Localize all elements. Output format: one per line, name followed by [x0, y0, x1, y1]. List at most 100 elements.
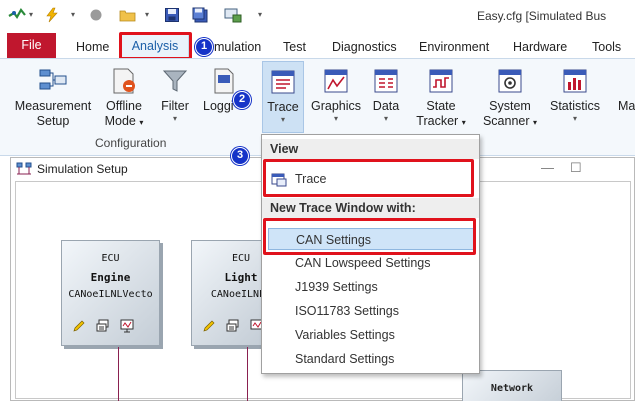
trace-button[interactable]: Trace ▾ [262, 61, 304, 133]
menu-item-label: ISO11783 Settings [295, 304, 400, 318]
open-folder-icon[interactable] [119, 7, 136, 23]
offline-mode-icon [110, 67, 138, 95]
menu-item-j1939-settings[interactable]: J1939 Settings [268, 276, 475, 298]
menu-header-view: View [270, 142, 299, 156]
chevron-down-icon: ▾ [383, 114, 388, 123]
chevron-down-icon: ▾ [139, 118, 144, 127]
measurement-setup-label: Measurement [14, 99, 92, 113]
trace-label: Trace [267, 100, 299, 114]
data-button[interactable]: Data ▾ [366, 61, 406, 137]
ecu-node-label: CANoeILNLVecto [68, 289, 153, 300]
system-scanner-label-2: Scanner [482, 114, 530, 128]
ribbon-tab-bar: File Home Analysis mulation Test Diagnos… [0, 32, 635, 59]
menu-item-label: Variables Settings [295, 328, 395, 342]
menu-header-new-trace: New Trace Window with: [270, 201, 416, 215]
step-badge-2: 2 [233, 91, 251, 109]
filter-button[interactable]: Filter ▾ [155, 61, 195, 137]
ecu-block-engine[interactable]: ECU Engine CANoeILNLVecto [61, 240, 160, 346]
menu-item-standard-settings[interactable]: Standard Settings [268, 348, 475, 370]
graphics-icon [322, 67, 350, 95]
logging-label: Loggi [203, 99, 234, 113]
more-label: Ma [618, 99, 635, 113]
tab-tools[interactable]: Tools [592, 36, 621, 58]
chevron-down-icon[interactable]: ▾ [145, 10, 149, 19]
save-icon[interactable] [164, 7, 180, 23]
tab-environment[interactable]: Environment [419, 36, 489, 58]
chevron-down-icon: ▾ [280, 115, 285, 124]
filter-icon [161, 67, 189, 95]
analysis-tab-highlight [119, 32, 192, 60]
logging-icon [210, 67, 238, 95]
chevron-down-icon: ▾ [461, 118, 466, 127]
chevron-down-icon: ▾ [533, 118, 538, 127]
tab-home[interactable]: Home [76, 36, 109, 58]
lightning-icon[interactable] [44, 7, 60, 23]
system-scanner-label: System [489, 99, 531, 113]
ecu-type-label: ECU [101, 253, 120, 264]
tab-diagnostics[interactable]: Diagnostics [332, 36, 397, 58]
tab-file[interactable]: File [7, 33, 56, 58]
menu-item-label: CAN Lowspeed Settings [295, 256, 431, 270]
tab-test[interactable]: Test [283, 36, 306, 58]
bus-connection-line [118, 347, 119, 401]
more-button[interactable]: Ma [612, 61, 635, 137]
system-scanner-button[interactable]: System Scanner ▾ [478, 61, 542, 137]
ecu-name-label: Light [224, 271, 258, 284]
maximize-icon[interactable]: ☐ [570, 160, 582, 176]
network-block[interactable]: Network [462, 370, 562, 401]
state-tracker-button[interactable]: State Tracker ▾ [412, 61, 470, 137]
bus-connection-line [247, 347, 248, 401]
offline-mode-label: Offline [106, 99, 142, 113]
offline-mode-label-2: Mode [104, 114, 136, 128]
menu-item-variables-settings[interactable]: Variables Settings [268, 324, 475, 346]
measurement-setup-button[interactable]: Measurement Setup [10, 61, 96, 137]
app-logo-icon[interactable] [8, 7, 26, 23]
statistics-label: Statistics [549, 99, 600, 113]
state-tracker-icon [427, 67, 455, 95]
data-icon [372, 67, 400, 95]
offline-mode-button[interactable]: Offline Mode ▾ [99, 61, 149, 137]
simulation-setup-icon [16, 162, 32, 176]
menu-item-label: Standard Settings [295, 352, 395, 366]
save-all-icon[interactable] [192, 7, 208, 23]
ecu-block-light[interactable]: ECU Light CANoeILNLV [191, 240, 263, 346]
step-badge-3: 3 [231, 147, 249, 165]
quick-access-toolbar: ▾ ▾ ▾ ▾ Easy.cfg [Simulated Bus [0, 0, 635, 32]
window-title: Easy.cfg [Simulated Bus [477, 9, 607, 23]
trace-item-highlight [263, 159, 474, 197]
filter-label: Filter [161, 99, 189, 113]
pencil-icon[interactable] [72, 319, 86, 333]
data-label: Data [372, 99, 400, 113]
stack-icon[interactable] [96, 319, 110, 333]
menu-item-can-lowspeed-settings[interactable]: CAN Lowspeed Settings [268, 252, 475, 274]
statistics-icon [561, 67, 589, 95]
statistics-button[interactable]: Statistics ▾ [546, 61, 604, 137]
chevron-down-icon: ▾ [333, 114, 338, 123]
ecu-name-label: Engine [90, 271, 131, 284]
chevron-down-icon[interactable]: ▾ [71, 10, 75, 19]
customize-toolbar-caret[interactable]: ▾ [258, 10, 262, 19]
state-tracker-label-2: Tracker [416, 114, 459, 128]
minimize-icon[interactable]: — [541, 160, 554, 175]
measurement-setup-icon [39, 67, 67, 95]
chevron-down-icon: ▾ [572, 114, 577, 123]
tab-hardware[interactable]: Hardware [513, 36, 567, 58]
menu-item-label: J1939 Settings [295, 280, 378, 294]
measurement-setup-label-2: Setup [36, 114, 70, 128]
ecu-node-label: CANoeILNLV [210, 289, 262, 300]
step-badge-1: 1 [195, 38, 213, 56]
monitor-icon[interactable] [224, 7, 242, 23]
tab-simulation[interactable]: mulation [214, 36, 261, 58]
state-tracker-label: State [426, 99, 456, 113]
chevron-down-icon[interactable]: ▾ [29, 10, 33, 19]
pencil-icon[interactable] [202, 319, 216, 333]
system-scanner-icon [496, 67, 524, 95]
stop-icon[interactable] [88, 7, 104, 23]
trace-icon [269, 68, 297, 96]
stack-icon[interactable] [226, 319, 240, 333]
signal-monitor-icon[interactable] [120, 319, 134, 333]
simulation-setup-title: Simulation Setup [37, 162, 128, 176]
menu-item-iso11783-settings[interactable]: ISO11783 Settings [268, 300, 475, 322]
graphics-button[interactable]: Graphics ▾ [310, 61, 362, 137]
chevron-down-icon: ▾ [172, 114, 177, 123]
